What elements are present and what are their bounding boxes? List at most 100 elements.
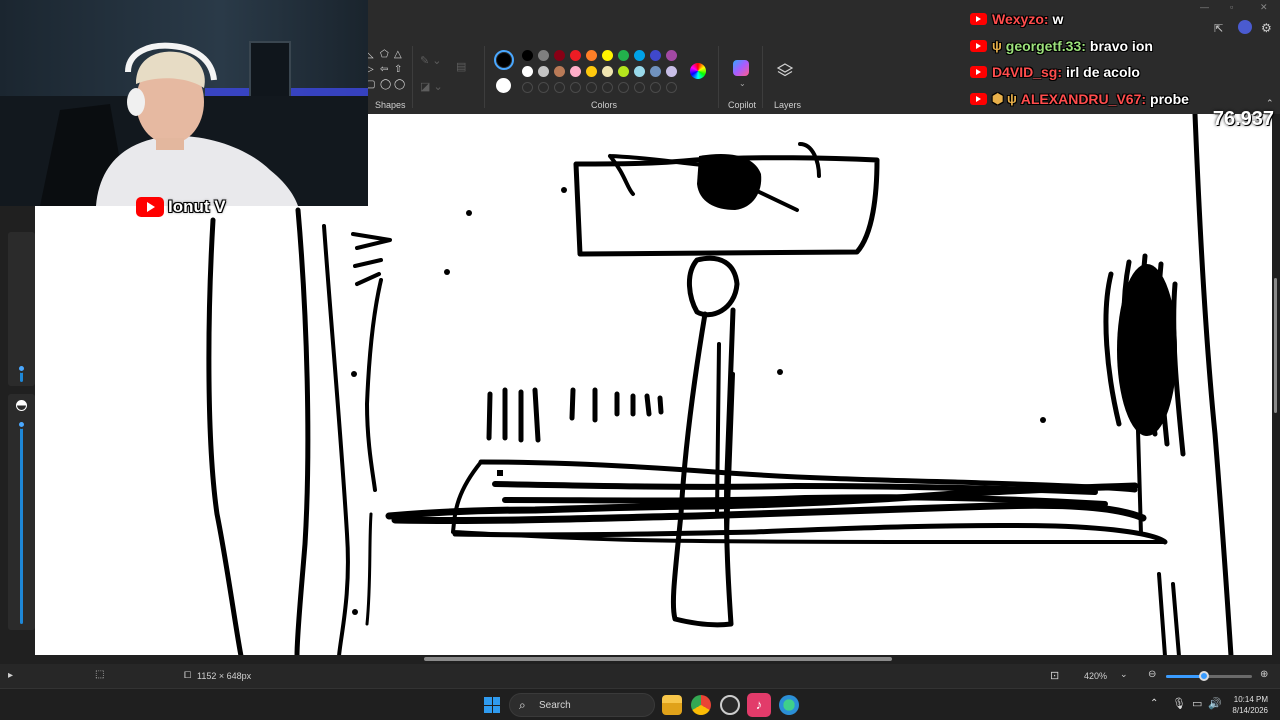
palette-swatch[interactable] — [666, 66, 677, 77]
callout-shape-icon[interactable]: ◯ — [380, 80, 391, 90]
custom-color-slot[interactable] — [666, 82, 677, 93]
youtube-icon — [970, 66, 987, 79]
file-explorer-icon[interactable] — [662, 695, 682, 715]
chat-username: D4VID_sg: — [992, 64, 1063, 81]
polygon-shape-icon[interactable]: ⬠ — [380, 50, 389, 60]
youtube-icon — [970, 39, 987, 52]
brush-size-knob[interactable] — [17, 364, 26, 373]
zoom-slider-knob[interactable] — [1199, 671, 1209, 681]
close-icon[interactable]: ✕ — [1260, 2, 1268, 13]
opacity-knob[interactable] — [17, 420, 26, 429]
copilot-group-label: Copilot — [728, 100, 757, 110]
palette-swatch[interactable] — [634, 50, 645, 61]
streamer-name: Ionut V — [168, 197, 226, 216]
palette-swatch[interactable] — [602, 50, 613, 61]
chat-text: irl de acolo — [1066, 64, 1140, 81]
triangle-up-shape-icon[interactable]: △ — [394, 50, 402, 60]
volume-icon[interactable]: 🔊 — [1208, 697, 1222, 710]
palette-swatch[interactable] — [554, 50, 565, 61]
palette-swatch[interactable] — [554, 66, 565, 77]
speech-bubble-shape-icon[interactable]: ◯ — [394, 80, 405, 90]
canvas-size-icon: ⧠ — [184, 670, 192, 680]
layers-group-label: Layers — [774, 100, 802, 110]
taskbar-search[interactable]: ⌕ Search — [509, 693, 655, 717]
fit-to-window-icon[interactable]: ⊡ — [1050, 669, 1059, 682]
opacity-icon — [16, 400, 27, 411]
arrow-up-shape-icon[interactable]: ⇧ — [394, 65, 402, 75]
palette-swatch[interactable] — [538, 50, 549, 61]
chrome-icon[interactable] — [691, 695, 711, 715]
taskbar-clock[interactable]: 10:14 PM 8/14/2026 — [1232, 694, 1268, 716]
chat-username: Wexyzo: — [992, 11, 1049, 28]
colors-group-label: Colors — [591, 100, 618, 110]
primary-color-swatch[interactable] — [494, 50, 514, 70]
tiktok-icon[interactable]: ♪ — [747, 693, 771, 717]
palette-swatch[interactable] — [602, 66, 613, 77]
custom-color-slot[interactable] — [618, 82, 629, 93]
horizontal-scrollbar[interactable] — [0, 655, 1280, 663]
search-placeholder: Search — [539, 700, 571, 711]
opacity-slider[interactable] — [8, 394, 35, 630]
custom-color-slot[interactable] — [554, 82, 565, 93]
arrow-left-shape-icon[interactable]: ⇦ — [380, 65, 388, 75]
custom-color-slot[interactable] — [522, 82, 533, 93]
custom-color-slot[interactable] — [602, 82, 613, 93]
network-icon[interactable]: ▭ — [1192, 697, 1202, 710]
palette-swatch[interactable] — [570, 50, 581, 61]
secondary-color-swatch[interactable] — [496, 78, 511, 93]
palette-swatch[interactable] — [570, 66, 581, 77]
custom-color-slot[interactable] — [634, 82, 645, 93]
obs-icon[interactable] — [720, 695, 740, 715]
palette-swatch[interactable] — [538, 66, 549, 77]
start-button[interactable] — [484, 697, 500, 713]
chat-message: Wexyzo: w — [970, 6, 1210, 33]
fill-icon[interactable]: ◪ ⌄ — [420, 80, 443, 93]
maximize-icon[interactable]: ▫ — [1230, 2, 1233, 12]
horizontal-scrollbar-thumb[interactable] — [424, 657, 892, 661]
custom-color-slot[interactable] — [650, 82, 661, 93]
chevron-down-icon[interactable]: ⌄ — [1120, 669, 1128, 680]
copilot-icon[interactable] — [733, 60, 749, 76]
palette-swatch[interactable] — [666, 50, 677, 61]
live-chat-overlay: Wexyzo: w ψ georgetf.33: bravo ion D4VID_sg: i… — [970, 6, 1210, 112]
windows-taskbar: ⌕ Search ♪ ⌃ 🎙 ▭ 🔊 10:14 PM 8/14/2026 — [0, 688, 1280, 720]
outline-icon[interactable]: ✎ ⌄ — [420, 54, 442, 67]
palette-swatch[interactable] — [618, 66, 629, 77]
chevron-up-icon[interactable]: ⌃ — [1150, 698, 1158, 709]
settings-gear-icon[interactable]: ⚙ — [1261, 21, 1272, 35]
selection-icon: ⬚ — [95, 669, 105, 680]
custom-color-slot[interactable] — [538, 82, 549, 93]
shape-style-icon[interactable]: ▤ — [456, 60, 466, 73]
chat-message: D4VID_sg: irl de acolo — [970, 59, 1210, 86]
pointer-icon: ▸ — [8, 670, 14, 681]
opacity-track — [20, 424, 23, 624]
palette-swatch[interactable] — [618, 50, 629, 61]
zoom-out-icon[interactable]: ⊖ — [1148, 669, 1156, 680]
edit-colors-icon[interactable] — [690, 63, 706, 79]
custom-color-slot[interactable] — [586, 82, 597, 93]
custom-color-slot[interactable] — [570, 82, 581, 93]
streamer-name-tag: Ionut V — [136, 196, 226, 218]
clock-time: 10:14 PM — [1233, 695, 1268, 704]
vertical-scrollbar-thumb[interactable] — [1274, 278, 1277, 413]
status-bar: ▸ ⬚ ⧠ 1152 × 648px ⊡ 420% ⌄ ⊖ ⊕ — [0, 664, 1280, 688]
palette-swatch[interactable] — [522, 66, 533, 77]
palette-swatch[interactable] — [586, 50, 597, 61]
layers-icon[interactable] — [776, 62, 794, 80]
chat-text: w — [1052, 11, 1064, 28]
zoom-level-select[interactable]: 420% — [1084, 671, 1107, 681]
palette-swatch[interactable] — [650, 50, 661, 61]
paint-app-icon[interactable] — [779, 695, 799, 715]
microphone-icon[interactable]: 🎙 — [1172, 697, 1186, 710]
chevron-down-icon[interactable]: ⌄ — [739, 79, 746, 88]
palette-swatch[interactable] — [522, 50, 533, 61]
palette-swatch[interactable] — [586, 66, 597, 77]
palette-swatch[interactable] — [634, 66, 645, 77]
palette-swatch[interactable] — [650, 66, 661, 77]
zoom-slider[interactable] — [1166, 671, 1252, 681]
zoom-in-icon[interactable]: ⊕ — [1260, 669, 1268, 680]
shapes-gallery[interactable]: ◺ ⬠ △ ▷ ⇦ ⇧ ▢ ◯ ◯ — [366, 50, 406, 92]
brush-size-slider[interactable] — [8, 232, 35, 386]
share-icon[interactable]: ⇱ — [1214, 22, 1223, 35]
avatar[interactable] — [1238, 20, 1252, 34]
